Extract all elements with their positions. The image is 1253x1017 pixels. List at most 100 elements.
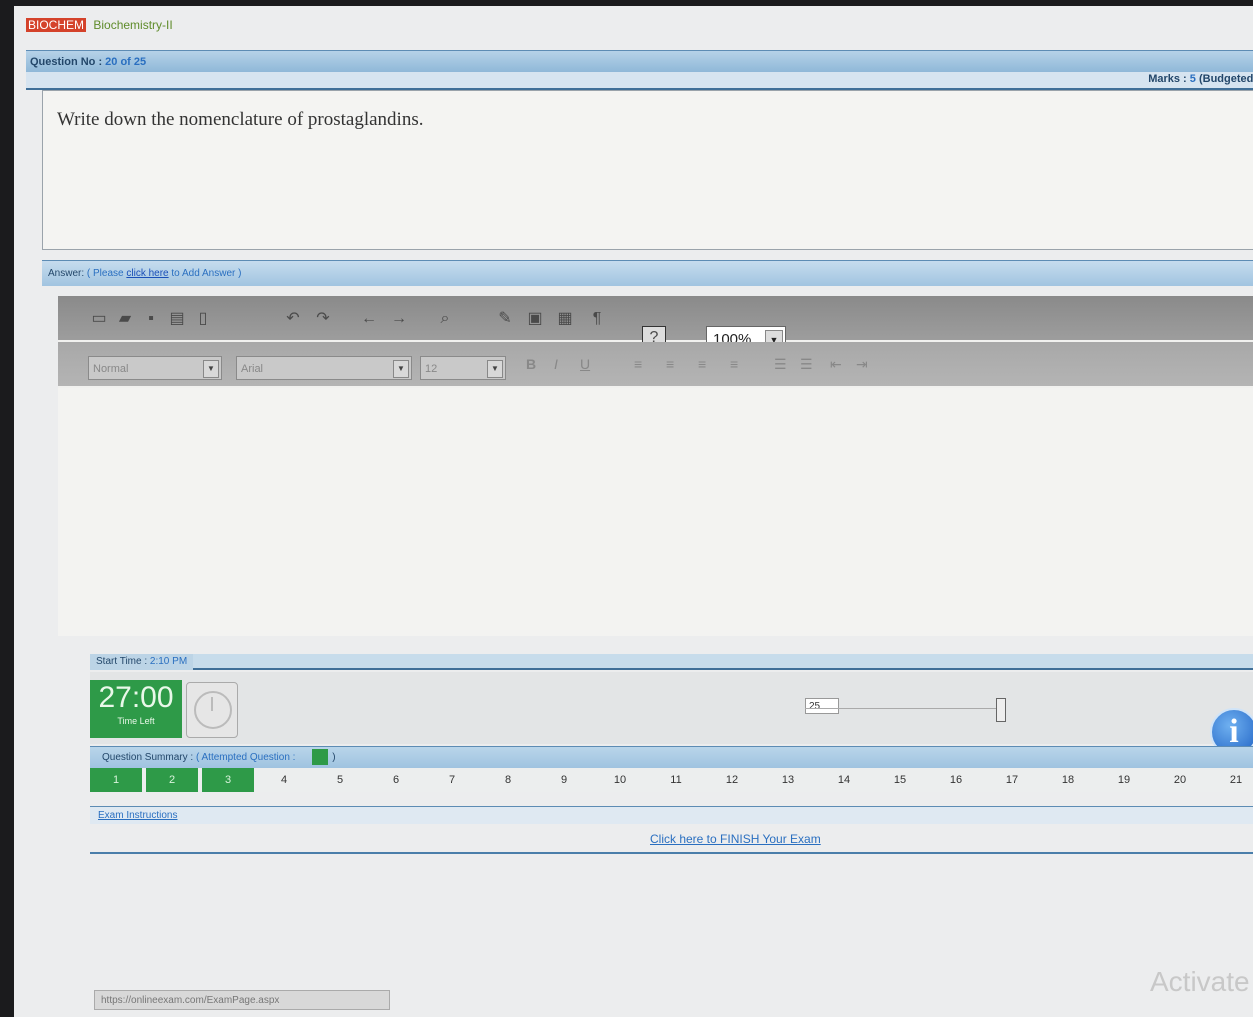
answer-text-area[interactable] (58, 388, 1253, 636)
align-center-icon[interactable]: ≡ (666, 356, 674, 372)
budgeted-time: (Budgeted Ti (1198, 73, 1253, 85)
question-nav-item[interactable]: 16 (930, 768, 982, 792)
exam-header: BIOCHEM Biochemistry-II (26, 18, 173, 32)
paste-icon[interactable]: ▣ (524, 308, 546, 330)
underline-icon[interactable]: U (580, 356, 590, 372)
font-size-value: 12 (425, 363, 438, 375)
question-box: Write down the nomenclature of prostagla… (42, 90, 1253, 250)
question-nav-item[interactable]: 6 (370, 768, 422, 792)
start-time-label: Start Time : (96, 656, 148, 667)
start-time-value: 2:10 PM (149, 656, 188, 667)
preview-icon[interactable]: ▯ (192, 308, 214, 330)
question-number-label: Question No : (30, 56, 103, 68)
slider-thumb[interactable] (996, 698, 1006, 722)
question-number-value: 20 of 25 (105, 56, 147, 68)
ordered-list-icon[interactable]: ☰ (774, 356, 787, 373)
question-nav-item[interactable]: 20 (1154, 768, 1206, 792)
time-left-label: Time Left (117, 716, 155, 726)
timer-panel: 27:00 Time Left 25 i (90, 672, 1253, 756)
question-nav-item[interactable]: 3 (202, 768, 254, 792)
question-navigator: 1 2 3 4 5 6 7 8 9 10 11 12 13 14 15 16 17 18 19 20 21 (90, 768, 1253, 792)
chevron-down-icon: ▼ (203, 360, 219, 378)
answer-bar: Answer: ( Please click here to Add Answe… (42, 260, 1253, 286)
question-nav-item[interactable]: 1 (90, 768, 142, 792)
answer-suffix: to Add Answer ) (171, 268, 242, 279)
start-time: Start Time : 2:10 PM (90, 654, 194, 670)
clock-icon (186, 682, 238, 738)
cut-icon[interactable]: ← (358, 308, 380, 330)
marks-value: 5 (1189, 73, 1196, 85)
indent-icon[interactable]: ⇥ (856, 356, 868, 373)
italic-icon[interactable]: I (554, 356, 558, 372)
save-icon[interactable]: ▪ (140, 308, 162, 330)
style-select[interactable]: Normal ▼ (88, 356, 222, 380)
justify-icon[interactable]: ≡ (730, 356, 738, 372)
question-text: Write down the nomenclature of prostagla… (57, 109, 424, 130)
marks-info: Marks : 5 (Budgeted Ti (1148, 73, 1253, 85)
exam-subject: Biochemistry-II (93, 18, 173, 32)
question-nav-item[interactable]: 12 (706, 768, 758, 792)
finish-divider (90, 852, 1253, 854)
unordered-list-icon[interactable]: ☰ (800, 356, 813, 373)
exam-code: BIOCHEM (26, 18, 87, 32)
exam-window: BIOCHEM Biochemistry-II Question No : 20… (14, 6, 1253, 1017)
align-left-icon[interactable]: ≡ (634, 356, 642, 372)
add-answer-link[interactable]: click here (126, 268, 168, 279)
print-icon[interactable]: ▤ (166, 308, 188, 330)
question-nav-item[interactable]: 8 (482, 768, 534, 792)
marks-bar: Marks : 5 (Budgeted Ti (26, 72, 1253, 90)
font-size-select[interactable]: 12 ▼ (420, 356, 506, 380)
windows-activation-watermark: Activate (1150, 966, 1250, 997)
question-nav-item[interactable]: 5 (314, 768, 366, 792)
question-number-bar: Question No : 20 of 25 (26, 50, 1253, 72)
answer-prefix: ( Please (86, 268, 124, 279)
answer-label: Answer: (48, 268, 85, 279)
attempted-close: ) (332, 752, 336, 763)
start-time-bar (90, 654, 1253, 670)
question-summary-bar: Question Summary : ( Attempted Question … (90, 746, 1253, 768)
paragraph-icon[interactable]: ¶ (586, 308, 608, 330)
font-size-slider[interactable] (805, 708, 1005, 713)
font-select[interactable]: Arial ▼ (236, 356, 412, 380)
summary-label: Question Summary : (102, 752, 194, 763)
font-select-value: Arial (241, 363, 264, 375)
style-select-value: Normal (93, 363, 129, 375)
question-nav-item[interactable]: 2 (146, 768, 198, 792)
question-nav-item[interactable]: 10 (594, 768, 646, 792)
browser-status-bar: https://onlineexam.com/ExamPage.aspx (94, 990, 390, 1010)
chevron-down-icon: ▼ (487, 360, 503, 378)
question-nav-item[interactable]: 7 (426, 768, 478, 792)
spell-icon[interactable]: ✎ (494, 308, 516, 330)
countdown-timer: 27:00 Time Left (90, 680, 182, 738)
find-icon[interactable]: ⌕ (434, 308, 456, 330)
format-toolbar: Normal ▼ Arial ▼ 12 ▼ B I U ≡ ≡ ≡ ≡ ☰ ☰ … (58, 342, 1253, 386)
question-nav-item[interactable]: 17 (986, 768, 1038, 792)
align-right-icon[interactable]: ≡ (698, 356, 706, 372)
paste-text-icon[interactable]: ▦ (554, 308, 576, 330)
question-nav-item[interactable]: 14 (818, 768, 870, 792)
question-nav-item[interactable]: 18 (1042, 768, 1094, 792)
marks-label: Marks : (1148, 73, 1187, 85)
new-icon[interactable]: ▭ (88, 308, 110, 330)
question-nav-item[interactable]: 13 (762, 768, 814, 792)
attempted-legend-swatch (312, 749, 329, 766)
question-nav-item[interactable]: 9 (538, 768, 590, 792)
question-nav-item[interactable]: 4 (258, 768, 310, 792)
question-nav-item[interactable]: 19 (1098, 768, 1150, 792)
question-nav-item[interactable]: 11 (650, 768, 702, 792)
question-nav-item[interactable]: 15 (874, 768, 926, 792)
exam-instructions-link[interactable]: Exam Instructions (90, 806, 1253, 824)
editor-toolbar: ▭ ▰ ▪ ▤ ▯ ↶ ↷ ← → ⌕ ✎ ▣ ▦ ¶ ? 100% ▼ (58, 296, 1253, 352)
answer-editor[interactable]: ▭ ▰ ▪ ▤ ▯ ↶ ↷ ← → ⌕ ✎ ▣ ▦ ¶ ? 100% ▼ Nor… (58, 296, 1253, 636)
finish-exam-link[interactable]: Click here to FINISH Your Exam (650, 832, 821, 846)
chevron-down-icon: ▼ (393, 360, 409, 378)
copy-icon[interactable]: → (388, 308, 410, 330)
open-icon[interactable]: ▰ (114, 308, 136, 330)
question-nav-item[interactable]: 21 (1210, 768, 1253, 792)
outdent-icon[interactable]: ⇤ (830, 356, 842, 373)
time-left-value: 27:00 (98, 681, 174, 714)
redo-icon[interactable]: ↷ (312, 308, 334, 330)
attempted-label: ( Attempted Question : (195, 752, 296, 763)
bold-icon[interactable]: B (526, 356, 536, 372)
undo-icon[interactable]: ↶ (282, 308, 304, 330)
